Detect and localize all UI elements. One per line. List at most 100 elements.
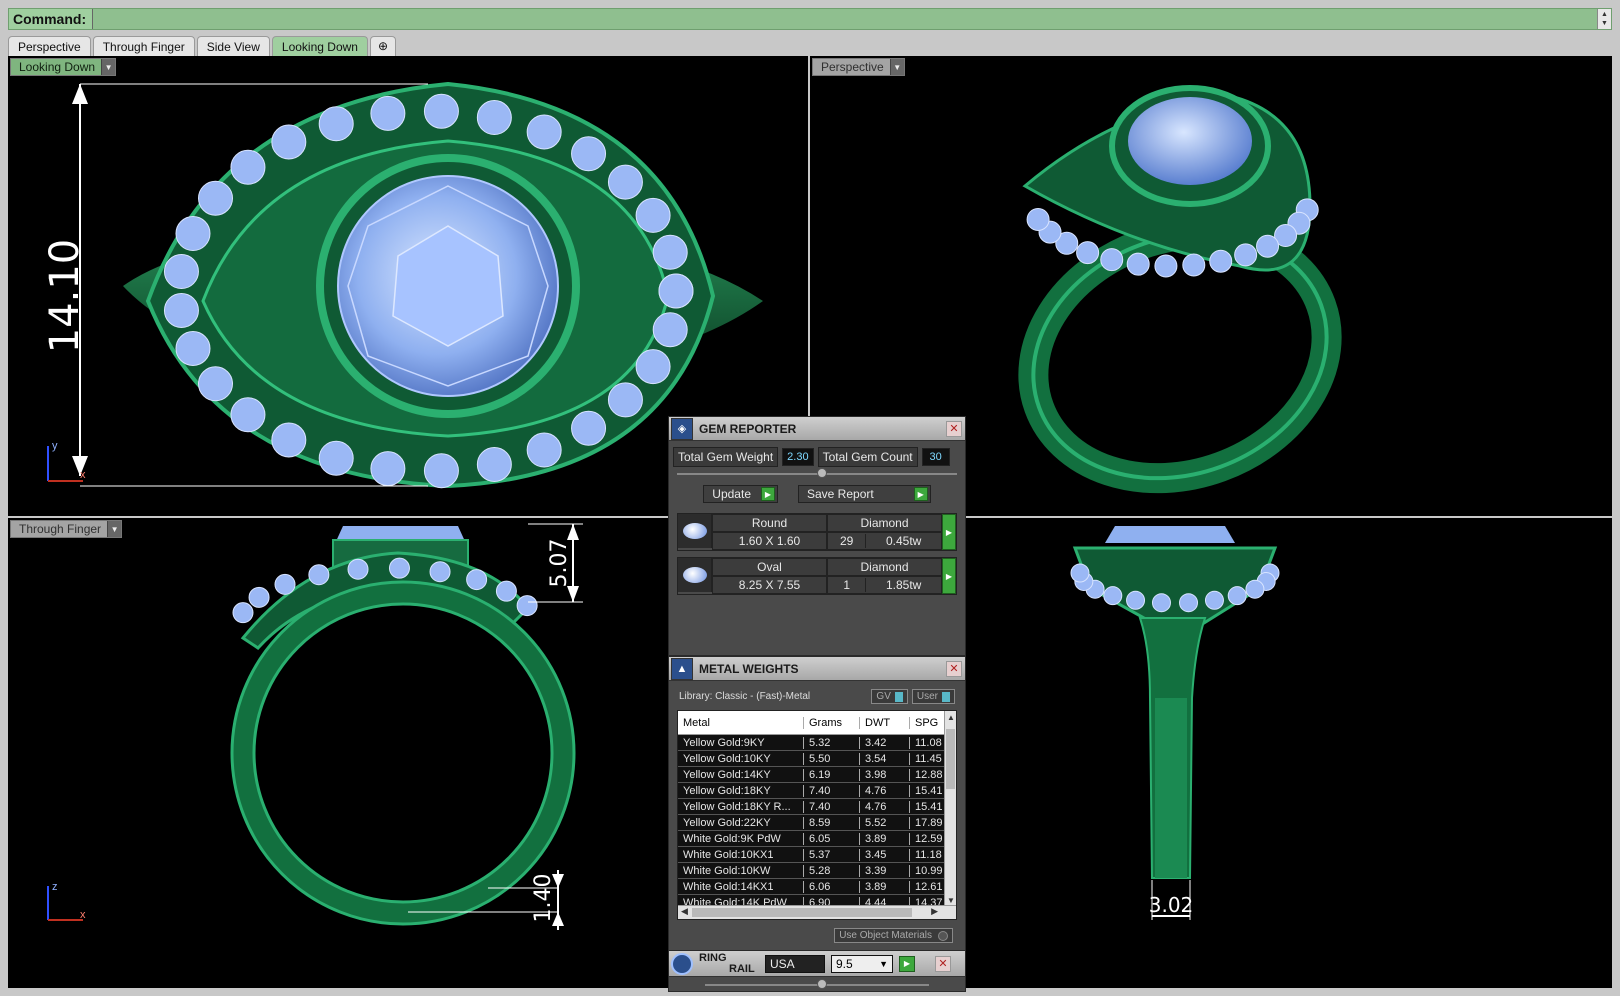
table-cell: 5.32 [804,736,860,749]
add-tab-button[interactable]: ⊕ [369,36,397,56]
update-button[interactable]: Update ▶ [703,485,778,503]
column-header-metal[interactable]: Metal [678,716,804,729]
close-icon[interactable]: ✕ [946,420,962,437]
axis-x-label: x [80,469,86,481]
chevron-left-icon[interactable]: ◀ [681,906,688,917]
pave-gem [1026,207,1050,231]
chevron-down-icon[interactable]: ▼ [107,521,122,537]
table-cell: 12.61 [910,880,948,893]
gem-item-oval[interactable]: Oval Diamond 8.25 X 7.55 1 1.85tw ▶ [677,557,957,595]
close-icon[interactable]: ✕ [946,660,962,677]
gem-item-round[interactable]: Round Diamond 1.60 X 1.60 29 0.45tw ▶ [677,513,957,551]
use-object-materials-toggle[interactable]: Use Object Materials [834,928,953,943]
viewport-label-through-finger[interactable]: Through Finger ▼ [10,520,123,538]
table-row[interactable]: Yellow Gold:14KY 6.19 3.98 12.88 [678,767,956,783]
dimension-band-width: 3.02 [1149,893,1194,917]
table-row[interactable]: White Gold:10KW 5.28 3.39 10.99 [678,863,956,879]
command-input[interactable] [93,9,1597,29]
command-label: Command: [9,9,94,29]
pave-gem [271,124,307,160]
vertical-scrollbar[interactable]: ▲ ▼ [944,711,956,907]
save-report-button[interactable]: Save Report ▶ [798,485,931,503]
gem-reporter-header[interactable]: ◈ GEM REPORTER ✕ [669,417,965,441]
play-icon[interactable]: ▶ [942,558,956,594]
gem-count: 29 [828,534,867,548]
total-gem-count-value: 30 [921,448,950,466]
total-gem-weight-label: Total Gem Weight [673,447,779,467]
viewport-label-perspective[interactable]: Perspective ▼ [812,58,905,76]
pave-gem [571,410,607,446]
column-header-spg[interactable]: SPG [910,716,948,729]
total-gem-weight-value: 2.30 [782,448,814,466]
pave-gem [516,595,538,617]
pave-gem [466,569,488,591]
table-cell: 5.52 [860,816,910,829]
pave-gem [347,558,369,580]
metal-weights-title: METAL WEIGHTS [699,661,799,676]
viewport-label-looking-down[interactable]: Looking Down ▼ [10,58,117,76]
table-cell: 8.59 [804,816,860,829]
splitter-handle[interactable] [817,468,827,478]
tab-through-finger[interactable]: Through Finger [92,36,195,56]
user-toggle[interactable]: User [911,689,955,704]
plus-icon: ⊕ [377,39,389,53]
column-header-grams[interactable]: Grams [804,716,860,729]
table-cell: Yellow Gold:14KY [678,768,804,781]
oval-gem-icon [682,567,707,583]
table-cell: 4.76 [860,800,910,813]
gv-toggle[interactable]: GV [871,689,908,704]
axis-y-label: y [52,440,58,452]
pave-gem [1204,590,1224,610]
ring-size-standard-select[interactable]: USA [765,954,825,973]
ring-size-select[interactable]: 9.5 ▼ [831,954,893,973]
scroll-thumb[interactable] [692,908,912,917]
close-icon[interactable]: ✕ [935,955,951,972]
horizontal-scrollbar[interactable]: ◀ ▶ [678,905,956,919]
command-bar: Command: ▲ ▼ [8,8,1612,30]
table-row[interactable]: White Gold:9K PdW 6.05 3.89 12.59 [678,831,956,847]
table-row[interactable]: Yellow Gold:18KY R... 7.40 4.76 15.41 [678,799,956,815]
apply-ring-size-button[interactable]: ▶ [899,955,915,972]
tab-side-view[interactable]: Side View [196,36,270,56]
tab-looking-down[interactable]: Looking Down [271,36,368,56]
table-row[interactable]: White Gold:10KX1 5.37 3.45 11.18 [678,847,956,863]
table-cell: 3.39 [860,864,910,877]
table-cell: Yellow Gold:9KY [678,736,804,749]
gem-thumbnail [678,514,712,548]
splitter-handle[interactable] [817,979,827,989]
pave-gem [197,366,233,402]
table-cell: 5.50 [804,752,860,765]
chevron-down-icon[interactable]: ▼ [889,59,904,75]
table-cell: White Gold:14KX1 [678,880,804,893]
pave-gem [607,382,643,418]
play-icon[interactable]: ▶ [942,514,956,550]
chevron-up-icon[interactable]: ▲ [1601,10,1608,19]
gem-reporter-splitter[interactable] [677,468,957,478]
chevron-down-icon[interactable]: ▼ [1601,19,1608,28]
table-row[interactable]: White Gold:14KX1 6.06 3.89 12.61 [678,879,956,895]
table-cell: 4.76 [860,784,910,797]
pave-gem [495,580,517,602]
gem-weight: 0.45tw [885,534,922,548]
table-row[interactable]: Yellow Gold:10KY 5.50 3.54 11.45 [678,751,956,767]
command-history-spinner[interactable]: ▲ ▼ [1597,9,1611,29]
play-icon: ▶ [761,487,775,501]
chevron-down-icon[interactable]: ▼ [945,896,956,905]
tab-perspective[interactable]: Perspective [8,36,91,56]
pave-gem [163,292,199,328]
pave-gem [175,330,211,366]
pave-gem [423,453,459,489]
pave-gem [658,273,694,309]
pave-gem [423,93,459,129]
table-row[interactable]: Yellow Gold:22KY 8.59 5.52 17.89 [678,815,956,831]
metal-weights-header[interactable]: ▲ METAL WEIGHTS ✕ [669,657,965,681]
chevron-right-icon[interactable]: ▶ [931,906,938,917]
pave-gem [197,180,233,216]
chevron-down-icon[interactable]: ▼ [101,59,116,75]
column-header-dwt[interactable]: DWT [860,716,910,729]
scroll-thumb[interactable] [946,729,955,789]
ring-rail-splitter[interactable] [705,979,929,989]
table-row[interactable]: Yellow Gold:18KY 7.40 4.76 15.41 [678,783,956,799]
table-row[interactable]: Yellow Gold:9KY 5.32 3.42 11.08 [678,735,956,751]
chevron-up-icon[interactable]: ▲ [945,713,956,722]
